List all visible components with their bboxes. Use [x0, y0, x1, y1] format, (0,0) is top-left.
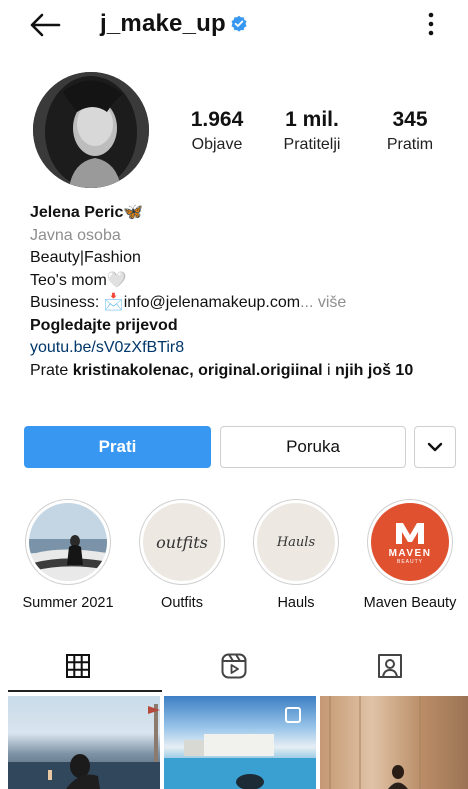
butterfly-emoji: 🦋 — [123, 204, 144, 221]
highlight-hauls[interactable]: Hauls Hauls — [248, 499, 344, 611]
highlight-label: Summer 2021 — [22, 595, 114, 611]
active-tab-indicator — [8, 690, 162, 692]
highlight-label: Maven Beauty — [363, 595, 457, 611]
post-photo — [164, 707, 316, 789]
post-thumbnail[interactable] — [164, 696, 316, 789]
highlight-cover: MAVEN BEAUTY — [367, 499, 453, 585]
bio-website-link[interactable]: youtu.be/sV0zXfBTir8 — [30, 337, 460, 360]
back-arrow-icon[interactable] — [28, 12, 62, 38]
highlight-summer-2021[interactable]: Summer 2021 — [20, 499, 116, 611]
highlight-cover-text: outfits — [156, 532, 208, 552]
verified-badge-icon — [231, 15, 247, 32]
profile-bio: Jelena Peric🦋 Javna osoba Beauty|Fashion… — [30, 202, 460, 382]
tab-reels[interactable] — [156, 640, 312, 692]
profile-tabs — [0, 640, 468, 692]
posts-count: 1.964 Objave — [190, 108, 244, 153]
envelope-emoji: 📩 — [103, 294, 124, 311]
highlight-label: Outfits — [161, 595, 203, 611]
bio-more-link[interactable]: više — [318, 294, 346, 311]
followers-count[interactable]: 1 mil. Pratitelji — [272, 108, 352, 154]
highlight-cover: Hauls — [253, 499, 339, 585]
chevron-down-icon — [427, 442, 443, 452]
bio-line-2: Teo's mom🤍 — [30, 271, 127, 289]
maven-cover-text: MAVEN — [388, 547, 432, 559]
bio-line-1: Beauty|Fashion — [30, 249, 141, 266]
bio-name-line: Jelena Peric🦋 — [30, 202, 460, 225]
bio-name: Jelena Peric — [30, 204, 124, 221]
heart-emoji: 🤍 — [106, 271, 127, 289]
highlight-label: Hauls — [277, 595, 315, 611]
bio-category: Javna osoba — [30, 226, 121, 244]
followed-by-line[interactable]: Prate kristinakolenac, original.origiina… — [30, 360, 460, 383]
following-count[interactable]: 345 Pratim — [374, 108, 446, 154]
maven-cover-subtext: BEAUTY — [396, 558, 423, 565]
post-thumbnail[interactable] — [320, 696, 468, 789]
avatar-photo — [33, 72, 149, 188]
highlight-cover-text: Hauls — [276, 534, 316, 550]
message-button[interactable]: Poruka — [220, 426, 406, 468]
highlight-cover — [25, 499, 111, 585]
highlight-outfits[interactable]: outfits Outfits — [134, 499, 230, 611]
highlight-maven-beauty[interactable]: MAVEN BEAUTY Maven Beauty — [362, 499, 458, 611]
see-translation-link[interactable]: Pogledajte prijevod — [30, 315, 460, 338]
follow-button[interactable]: Prati — [24, 426, 211, 468]
suggested-accounts-button[interactable] — [414, 426, 456, 468]
post-thumbnail[interactable] — [8, 696, 160, 789]
profile-avatar[interactable] — [33, 72, 149, 188]
highlight-photo — [29, 503, 107, 581]
highlight-cover: outfits — [139, 499, 225, 585]
top-bar: j_make_up — [0, 0, 468, 52]
more-options-icon[interactable] — [424, 10, 438, 38]
reels-icon — [221, 653, 247, 679]
post-photo — [8, 704, 160, 789]
profile-username: j_make_up — [100, 10, 226, 37]
grid-icon — [66, 654, 90, 678]
business-email: info@jelenamakeup.com — [123, 294, 301, 311]
bio-business-line: Business: 📩info@jelenamakeup.com... više — [30, 294, 347, 311]
tab-tagged[interactable] — [312, 640, 468, 692]
tagged-icon — [378, 654, 402, 678]
tab-posts-grid[interactable] — [0, 640, 156, 692]
post-photo — [329, 696, 421, 789]
maven-logo-icon — [396, 522, 424, 544]
